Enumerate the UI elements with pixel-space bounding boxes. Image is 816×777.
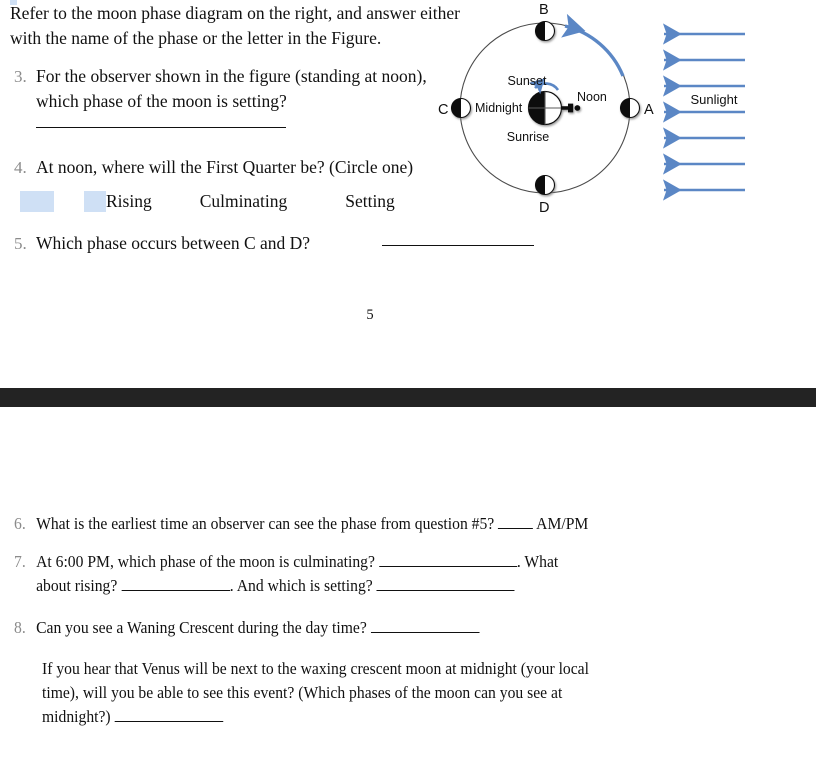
question-8-answer-blank[interactable]: [370, 632, 480, 633]
moon-d: [534, 174, 556, 196]
closing-paragraph-line3: midnight?): [42, 707, 111, 726]
question-4-text: At noon, where will the First Quarter be…: [36, 157, 414, 177]
question-5-number: 5.: [14, 234, 27, 253]
question-3-number: 3.: [14, 67, 27, 86]
closing-paragraph-body: If you hear that Venus will be next to t…: [42, 657, 769, 729]
question-4: 4. At noon, where will the First Quarter…: [14, 155, 474, 180]
question-5-answer-blank[interactable]: [382, 245, 534, 246]
question-7-text-line1: At 6:00 PM, which phase of the moon is c…: [36, 552, 375, 571]
observer-figure: [561, 103, 581, 113]
earth: [527, 78, 581, 126]
question-3-answer-blank[interactable]: [36, 127, 286, 128]
question-8-body: Can you see a Waning Crescent during the…: [36, 616, 778, 640]
question-6-text: What is the earliest time an observer ca…: [36, 514, 495, 533]
closing-paragraph: If you hear that Venus will be next to t…: [42, 657, 769, 729]
question-7: 7. At 6:00 PM, which phase of the moon i…: [14, 550, 778, 598]
question-7-number: 7.: [14, 552, 26, 571]
question-6-answer-blank[interactable]: [498, 528, 534, 529]
moon-c-label: C: [438, 102, 448, 118]
highlight-block-2: [84, 191, 106, 212]
question-7-line1-suffix: . What: [516, 552, 559, 571]
question-7-blank-3[interactable]: [376, 590, 515, 591]
question-8: 8. Can you see a Waning Crescent during …: [14, 616, 778, 640]
option-culminating[interactable]: Culminating: [200, 189, 288, 214]
page-separator-band: [0, 388, 816, 407]
closing-paragraph-answer-blank[interactable]: [114, 721, 224, 722]
question-4-options: Rising Culminating Setting: [14, 189, 474, 214]
bottom-page-section: 6. What is the earliest time an observer…: [0, 407, 816, 777]
moon-a: [619, 97, 641, 119]
question-7-blank-1[interactable]: [378, 566, 517, 567]
closing-paragraph-line2: time), will you be able to see this even…: [42, 683, 563, 702]
question-5: 5. Which phase occurs between C and D?: [14, 231, 534, 256]
label-sunset: Sunset: [508, 74, 547, 88]
question-5-text: Which phase occurs between C and D?: [36, 233, 311, 253]
question-3: 3. For the observer shown in the figure …: [14, 64, 454, 114]
question-6-body: What is the earliest time an observer ca…: [36, 512, 778, 536]
orbit-direction-arrow: [561, 13, 625, 77]
moon-b: [534, 20, 556, 42]
moon-phase-diagram: A B C D Sunset Sunrise Midnight Noon Sun…: [425, 0, 816, 230]
moon-c: [450, 97, 472, 119]
label-sunrise: Sunrise: [507, 130, 549, 144]
question-6-suffix: AM/PM: [536, 514, 589, 533]
question-7-line2-suffix: . And which is setting?: [229, 576, 373, 595]
question-7-blank-2[interactable]: [121, 590, 230, 591]
moon-d-label: D: [539, 200, 549, 216]
sunlight-label: Sunlight: [691, 92, 738, 107]
question-6-number: 6.: [14, 514, 26, 533]
question-7-body: At 6:00 PM, which phase of the moon is c…: [36, 550, 778, 598]
sunlight-arrows: [662, 23, 745, 201]
moon-b-label: B: [539, 2, 549, 18]
label-noon: Noon: [577, 90, 607, 104]
question-8-number: 8.: [14, 618, 26, 637]
question-8-text: Can you see a Waning Crescent during the…: [36, 618, 367, 637]
question-6: 6. What is the earliest time an observer…: [14, 512, 778, 536]
label-midnight: Midnight: [475, 101, 523, 115]
moon-a-label: A: [644, 102, 654, 118]
option-rising[interactable]: Rising: [106, 189, 152, 214]
intro-paragraph: Refer to the moon phase diagram on the r…: [10, 3, 460, 48]
highlight-block-1: [20, 191, 54, 212]
question-7-text-line2a: about rising?: [36, 576, 118, 595]
closing-paragraph-line1: If you hear that Venus will be next to t…: [42, 659, 589, 678]
question-3-text: For the observer shown in the figure (st…: [36, 66, 427, 111]
option-setting[interactable]: Setting: [345, 189, 395, 214]
question-4-number: 4.: [14, 158, 27, 177]
page-number: 5: [366, 307, 374, 323]
